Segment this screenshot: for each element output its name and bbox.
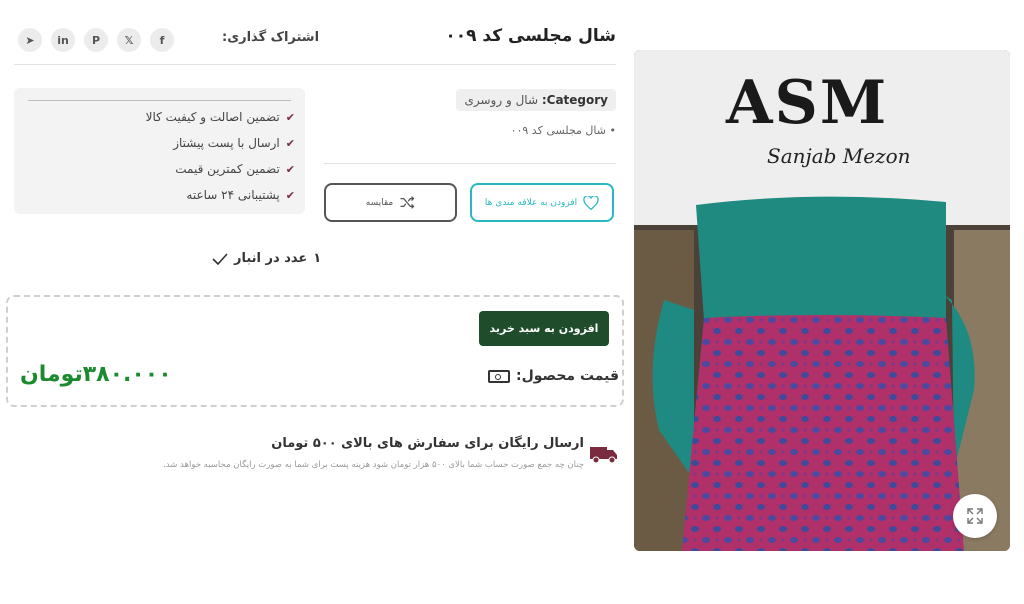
category-badge: Category: شال و روسری [456,89,616,111]
product-bullet: • شال مجلسی کد ۰۰۹ [510,124,616,137]
add-to-cart-button[interactable]: افزودن به سبد خرید [479,311,609,346]
compare-label: مقایسه [365,197,394,208]
feature-text: پشتیبانی ۲۴ ساعته [186,188,280,202]
feature-text: تضمین اصالت و کیفیت کالا [145,110,280,124]
feature-text: تضمین کمترین قیمت [175,162,280,176]
brand-logo-subtext: Sanjab Mezon [767,144,911,168]
stock-count: ۱ [313,251,322,266]
header-divider [14,64,616,65]
product-price: ۳۸۰.۰۰۰تومان [20,362,172,387]
linkedin-icon[interactable]: in [51,28,75,52]
check-icon: ✔ [285,162,295,176]
feature-item: ✔ پشتیبانی ۲۴ ساعته [186,188,295,202]
feature-text: ارسال با پست پیشتاز [173,136,280,150]
brand-logo-text: ASM [726,68,889,138]
wishlist-label: افزودن به علاقه مندی ها [484,197,578,208]
money-icon [488,369,510,383]
shipping-description: چنان چه جمع صورت حساب شما بالای ۵۰۰ هزار… [163,460,584,470]
x-icon[interactable]: 𝕏 [117,28,141,52]
compare-button[interactable]: مقایسه [324,183,457,222]
expand-icon [967,508,983,524]
product-image[interactable]: ASM Sanjab Mezon [634,50,1010,551]
pinterest-glyph: P [91,33,101,47]
shipping-title: ارسال رایگان برای سفارش های بالای ۵۰۰ تو… [271,436,584,451]
price-label: قیمت محصول: [488,368,619,384]
facebook-icon[interactable]: f [150,28,174,52]
actions-divider [324,163,616,164]
pinterest-icon[interactable]: P [84,28,108,52]
price-label-text: قیمت محصول: [516,368,620,384]
feature-item: ✔ تضمین اصالت و کیفیت کالا [146,110,295,124]
features-box: ✔ تضمین اصالت و کیفیت کالا ✔ ارسال با پست … [14,88,305,214]
checkmark-icon [212,252,228,265]
stock-text: عدد در انبار [234,251,308,266]
check-icon: ✔ [285,188,295,202]
feature-item: ✔ ارسال با پست پیشتاز [173,136,295,150]
telegram-icon[interactable]: ➤ [18,28,42,52]
features-divider [28,100,291,101]
telegram-glyph: ➤ [25,33,35,47]
heart-icon [583,195,599,210]
add-to-wishlist-button[interactable]: افزودن به علاقه مندی ها [470,183,614,222]
check-icon: ✔ [285,110,295,124]
bullet-text: شال مجلسی کد ۰۰۹ [510,124,606,137]
x-glyph: 𝕏 [124,33,134,47]
category-value[interactable]: شال و روسری [464,93,538,107]
stock-status: ۱ عدد در انبار [212,251,321,266]
zoom-button[interactable] [953,494,997,538]
linkedin-glyph: in [57,33,69,47]
product-title: شال مجلسی کد ۰۰۹ [445,26,616,46]
shuffle-icon [400,196,415,209]
feature-item: ✔ تضمین کمترین قیمت [175,162,295,176]
share-label: اشتراک گذاری: [222,30,320,45]
facebook-glyph: f [159,33,165,47]
check-icon: ✔ [285,136,295,150]
truck-icon [590,447,617,464]
category-label: Category: [541,93,608,107]
